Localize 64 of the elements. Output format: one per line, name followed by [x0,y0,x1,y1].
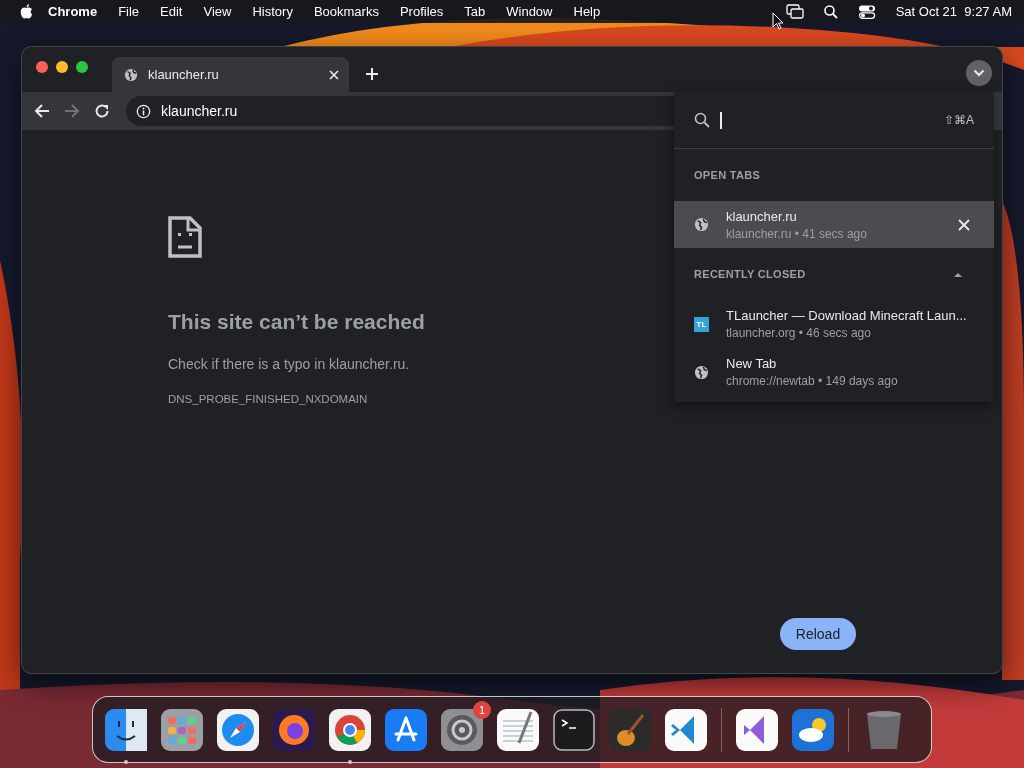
tab-source: tlauncher.org • 46 secs ago [726,326,872,340]
error-title: This site can’t be reached [168,310,425,334]
clock[interactable]: Sat Oct 21 9:27 AM [895,4,1012,19]
tab-source: klauncher.ru • 41 secs ago [726,226,868,241]
keyboard-shortcut: ⇧⌘A [944,113,974,127]
new-tab-button[interactable] [365,66,379,81]
globe-icon [694,217,709,232]
menu-item[interactable]: Profiles [399,4,444,19]
section-heading: RECENTLY CLOSED [694,268,806,280]
collapse-button[interactable] [954,271,962,277]
menu-item[interactable]: View [203,4,232,19]
sun-cloud-icon[interactable] [792,708,834,751]
apple-logo-icon[interactable] [20,4,33,19]
close-button[interactable] [958,218,970,231]
back-button[interactable] [34,103,50,119]
compass-icon[interactable] [217,708,259,751]
smiling-face-icon[interactable] [105,708,147,751]
error-message: Check if there is a typo in klauncher.ru. [168,356,410,372]
tab-list-item[interactable]: TL TLauncher — Download Minecraft Laun... tlauncher.org • 46 secs ago [674,300,994,348]
site-favicon: TL [694,316,709,332]
reload-button[interactable]: Reload [780,618,856,650]
zoom-button[interactable] [76,60,88,73]
notepad-icon[interactable] [497,708,539,751]
app-menu[interactable]: Chrome [48,4,98,19]
app-grid-icon[interactable] [161,708,203,751]
menu-item[interactable]: History [252,4,293,19]
letter-a-icon[interactable] [385,708,427,751]
tab-title: klauncher.ru [726,208,798,224]
menu-item[interactable]: Edit [160,4,183,19]
chevron-down-icon [973,69,985,77]
menu-item[interactable]: File [118,4,140,19]
menu-item[interactable]: Tab [464,4,486,19]
terminal-prompt-icon[interactable] [553,708,595,751]
menu-item[interactable]: Bookmarks [313,4,379,19]
search-icon [694,112,710,128]
tab-list-item[interactable]: klauncher.ru klauncher.ru • 41 secs ago [674,201,994,248]
close-window-button[interactable] [36,60,48,73]
guitar-icon[interactable] [609,708,651,751]
error-code: DNS_PROBE_FINISHED_NXDOMAIN [168,393,368,405]
info-icon[interactable] [136,103,151,119]
ribbon-logo-icon[interactable] [665,708,707,751]
notification-count: 1 [473,700,491,719]
url-text: klauncher.ru [161,103,238,119]
gear-icon[interactable] [441,708,483,751]
chrome-logo-icon[interactable] [329,708,371,751]
browser-tab[interactable]: klauncher.ru [112,57,349,92]
menu-item[interactable]: Window [506,4,553,19]
toggles-icon[interactable] [857,4,876,19]
globe-icon [124,67,138,82]
search-icon[interactable] [823,4,838,19]
tab-title: klauncher.ru [148,67,220,82]
minimize-button[interactable] [56,60,68,73]
tab-list-item[interactable]: New Tab chrome://newtab • 149 days ago [674,348,994,396]
reload-button[interactable] [94,103,110,119]
close-tab-button[interactable] [329,69,339,80]
tab-search-button[interactable] [966,60,992,86]
sad-document-icon [168,216,202,258]
windows-icon[interactable] [785,4,804,19]
menu-item[interactable]: Help [573,4,601,19]
globe-icon [694,364,709,380]
tab-title: TLauncher — Download Minecraft Laun... [726,308,968,323]
section-heading: OPEN TABS [694,169,761,181]
tab-title: New Tab [726,356,778,371]
tab-source: chrome://newtab • 149 days ago [726,374,899,388]
